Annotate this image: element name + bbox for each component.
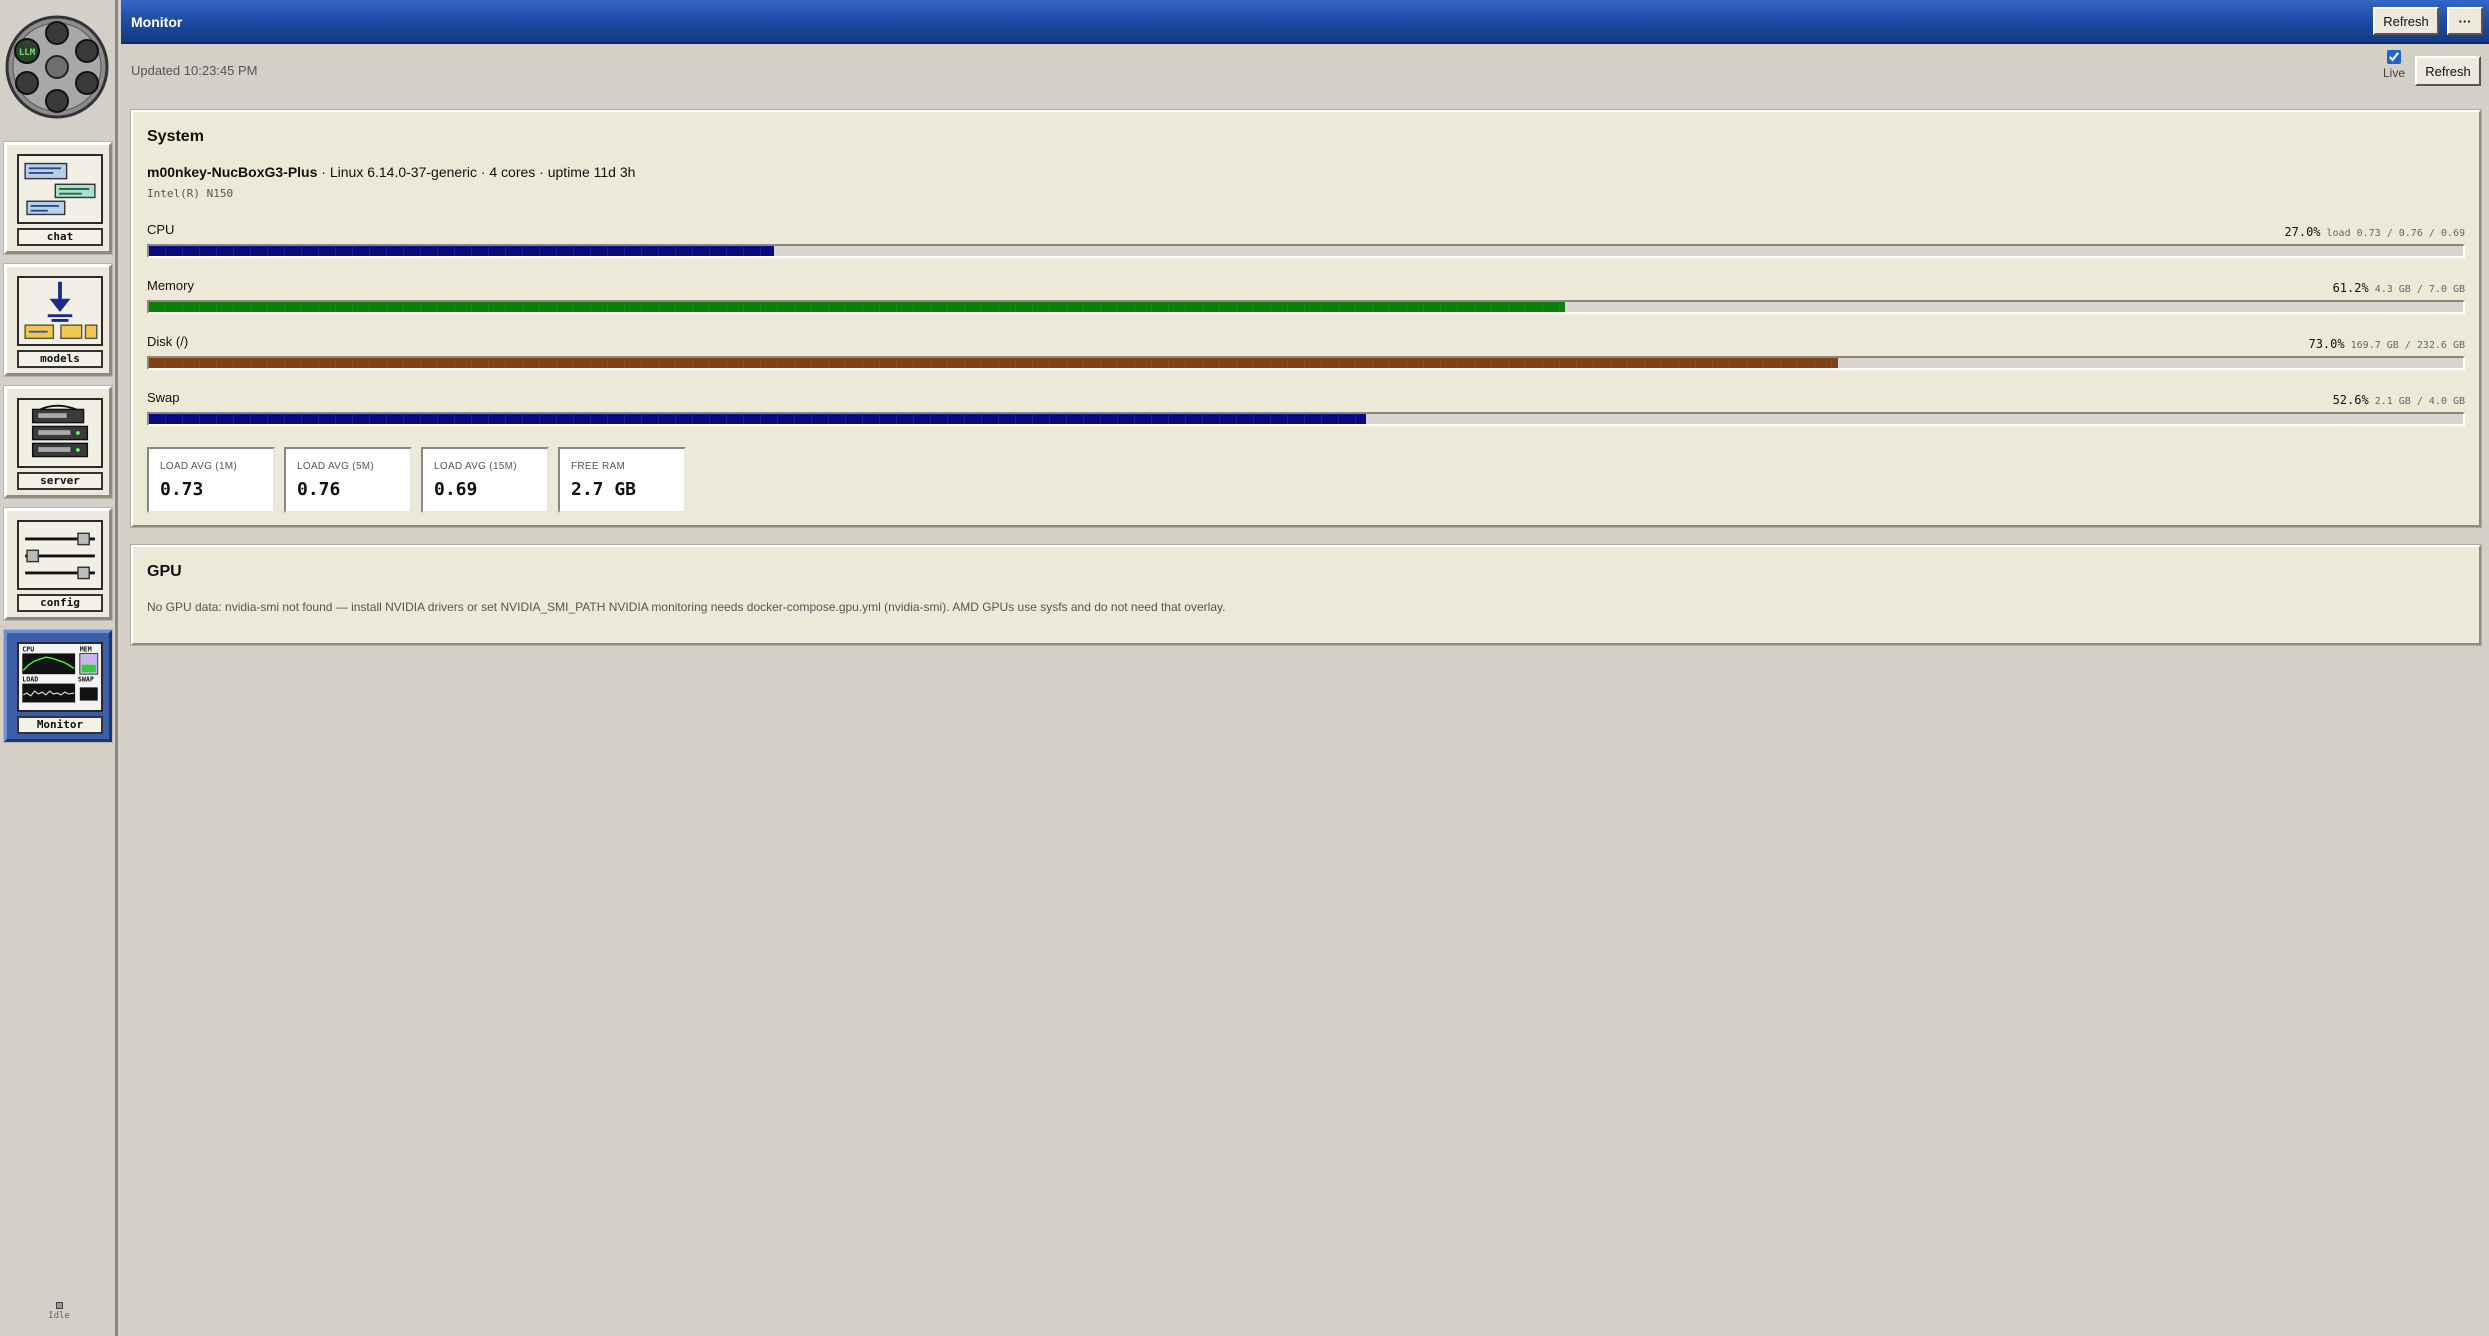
svg-text:SWAP: SWAP bbox=[78, 676, 94, 684]
stat-value: 0.76 bbox=[297, 479, 341, 500]
svg-text:LOAD: LOAD bbox=[22, 676, 38, 684]
live-toggle[interactable]: Live bbox=[2374, 50, 2414, 80]
sidebar-item-chat[interactable]: chat bbox=[4, 142, 112, 254]
sidebar-item-label: Monitor bbox=[17, 716, 103, 734]
metric-percent: 73.0% bbox=[2308, 337, 2345, 351]
titlebar-refresh-button[interactable]: Refresh bbox=[2373, 7, 2439, 35]
refresh-button[interactable]: Refresh bbox=[2415, 56, 2481, 86]
disk-usage-fill bbox=[149, 358, 1839, 368]
stat-value: 0.69 bbox=[434, 479, 478, 500]
live-checkbox[interactable] bbox=[2387, 50, 2401, 64]
metric-detail: 2.1 GB / 4.0 GB bbox=[2374, 396, 2465, 407]
server-rack-icon bbox=[17, 398, 103, 468]
sidebar-item-label: config bbox=[17, 594, 103, 612]
stat-load-1m: LOAD AVG (1M) 0.73 bbox=[147, 447, 275, 513]
hostname: m00nkey-NucBoxG3-Plus bbox=[147, 164, 318, 180]
metric-disk: Disk (/) 73.0% 169.7 GB / 232.6 GB bbox=[147, 334, 2465, 374]
stat-load-15m: LOAD AVG (15M) 0.69 bbox=[421, 447, 549, 513]
sidebar-item-label: server bbox=[17, 472, 103, 490]
metric-label: Swap bbox=[147, 390, 180, 405]
gpu-message: No GPU data: nvidia-smi not found — inst… bbox=[147, 600, 1226, 614]
system-panel: System m00nkey-NucBoxG3-Plus · Linux 6.1… bbox=[131, 110, 2481, 527]
sidebar-item-config[interactable]: config bbox=[4, 508, 112, 620]
monitor-graphs-icon: CPU MEM LOAD SWAP bbox=[17, 642, 103, 712]
stat-label: LOAD AVG (1M) bbox=[160, 461, 238, 472]
stat-load-5m: LOAD AVG (5M) 0.76 bbox=[284, 447, 412, 513]
metric-label: CPU bbox=[147, 222, 175, 237]
metric-percent: 61.2% bbox=[2332, 281, 2369, 295]
host-details: · Linux 6.14.0-37-generic · 4 cores · up… bbox=[317, 164, 636, 180]
system-title: System bbox=[147, 128, 204, 145]
titlebar-more-button[interactable]: ··· bbox=[2447, 7, 2483, 35]
memory-usage-bar bbox=[147, 300, 2465, 314]
disk-usage-bar bbox=[147, 356, 2465, 370]
status-square-icon bbox=[55, 1302, 63, 1309]
sidebar-item-monitor[interactable]: CPU MEM LOAD SWAP Monitor bbox=[4, 630, 112, 742]
window-titlebar: Monitor Refresh ··· bbox=[121, 0, 2489, 44]
models-download-icon bbox=[17, 276, 103, 346]
sidebar-item-server[interactable]: server bbox=[4, 386, 112, 498]
metric-label: Disk (/) bbox=[147, 334, 189, 349]
metric-detail: 4.3 GB / 7.0 GB bbox=[2374, 284, 2465, 295]
metric-label: Memory bbox=[147, 278, 194, 293]
gpu-title: GPU bbox=[147, 563, 182, 580]
status-text: Idle bbox=[48, 1311, 70, 1321]
metric-cpu: CPU 27.0% load 0.73 / 0.76 / 0.69 bbox=[147, 222, 2465, 262]
cpu-usage-fill bbox=[149, 246, 774, 256]
svg-text:MEM: MEM bbox=[80, 646, 92, 654]
stat-label: FREE RAM bbox=[571, 461, 626, 472]
updated-timestamp: Updated 10:23:45 PM bbox=[131, 63, 258, 78]
metric-swap: Swap 52.6% 2.1 GB / 4.0 GB bbox=[147, 390, 2465, 430]
svg-text:LLM: LLM bbox=[19, 48, 36, 58]
svg-text:CPU: CPU bbox=[22, 646, 34, 654]
gpu-panel: GPU No GPU data: nvidia-smi not found — … bbox=[131, 545, 2481, 645]
chat-bubbles-icon bbox=[17, 154, 103, 224]
window-title: Monitor bbox=[131, 14, 183, 30]
stat-value: 0.73 bbox=[160, 479, 204, 500]
sidebar-item-models[interactable]: models bbox=[4, 264, 112, 376]
stat-label: LOAD AVG (15M) bbox=[434, 461, 517, 472]
metric-percent: 52.6% bbox=[2332, 393, 2369, 407]
stat-value: 2.7 GB bbox=[571, 479, 637, 500]
sidebar: LLM chat models server config CPU MEM LO… bbox=[0, 0, 118, 1336]
memory-usage-fill bbox=[149, 302, 1566, 312]
metric-detail: load 0.73 / 0.76 / 0.69 bbox=[2326, 228, 2465, 239]
metric-detail: 169.7 GB / 232.6 GB bbox=[2350, 340, 2465, 351]
app-logo-icon[interactable]: LLM bbox=[5, 15, 109, 119]
cpu-usage-bar bbox=[147, 244, 2465, 258]
sliders-icon bbox=[17, 520, 103, 590]
cpu-model: Intel(R) N150 bbox=[147, 187, 234, 200]
status-indicator: Idle bbox=[0, 1302, 118, 1321]
metric-memory: Memory 61.2% 4.3 GB / 7.0 GB bbox=[147, 278, 2465, 318]
stat-label: LOAD AVG (5M) bbox=[297, 461, 375, 472]
live-label: Live bbox=[2382, 66, 2405, 80]
stat-free-ram: FREE RAM 2.7 GB bbox=[558, 447, 686, 513]
swap-usage-bar bbox=[147, 412, 2465, 426]
host-info: m00nkey-NucBoxG3-Plus · Linux 6.14.0-37-… bbox=[147, 164, 635, 180]
sidebar-item-label: models bbox=[17, 350, 103, 368]
metric-percent: 27.0% bbox=[2284, 225, 2321, 239]
sidebar-item-label: chat bbox=[17, 228, 103, 246]
swap-usage-fill bbox=[149, 414, 1367, 424]
